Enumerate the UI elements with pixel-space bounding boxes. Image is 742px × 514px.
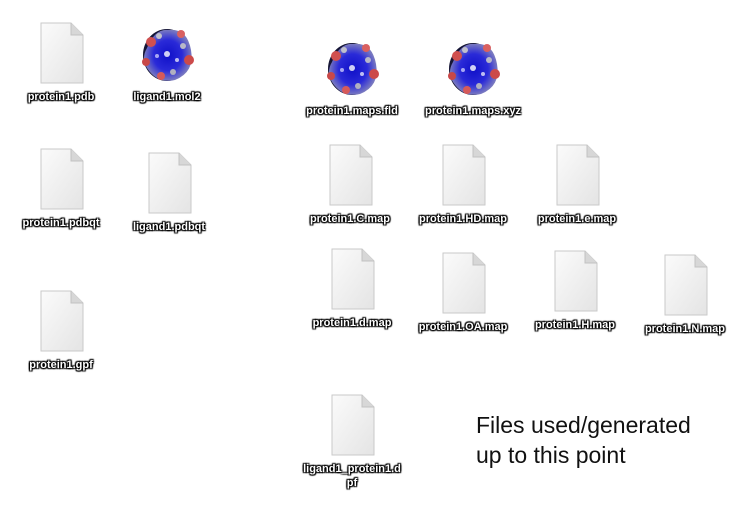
file-name: protein1.pdb xyxy=(27,91,95,103)
file-item[interactable]: protein1.pdb xyxy=(6,20,116,104)
molecule-icon xyxy=(322,34,382,100)
file-name: protein1.OA.map xyxy=(418,321,508,333)
document-icon xyxy=(139,150,199,216)
file-item[interactable]: protein1.C.map xyxy=(295,142,405,226)
molecule-icon xyxy=(443,34,503,100)
file-name: protein1.maps.xyz xyxy=(425,105,521,117)
document-icon xyxy=(547,142,607,208)
file-item[interactable]: protein1.pdbqt xyxy=(6,146,116,230)
document-icon xyxy=(433,142,493,208)
file-item[interactable]: protein1.gpf xyxy=(6,288,116,372)
annotation-line-2: up to this point xyxy=(476,442,626,468)
document-icon xyxy=(433,250,493,316)
document-icon xyxy=(31,146,91,212)
file-item[interactable]: protein1.N.map xyxy=(630,252,740,336)
document-icon xyxy=(31,288,91,354)
file-name: protein1.e.map xyxy=(537,213,617,225)
document-icon xyxy=(322,246,382,312)
file-name: protein1.HD.map xyxy=(418,213,507,225)
file-name: protein1.d.map xyxy=(312,317,392,329)
document-icon xyxy=(31,20,91,86)
file-item[interactable]: protein1.e.map xyxy=(522,142,632,226)
file-name: protein1.maps.fld xyxy=(306,105,398,117)
document-icon xyxy=(545,248,605,314)
file-item[interactable]: protein1.maps.xyz xyxy=(418,34,528,118)
file-name: ligand1.pdbqt xyxy=(132,221,206,233)
document-icon xyxy=(320,142,380,208)
file-item[interactable]: ligand1.pdbqt xyxy=(114,150,224,234)
molecule-icon xyxy=(137,20,197,86)
file-name: protein1.pdbqt xyxy=(22,217,100,229)
file-item[interactable]: ligand1.mol2 xyxy=(112,20,222,104)
file-name: protein1.C.map xyxy=(309,213,391,225)
file-item[interactable]: protein1.H.map xyxy=(520,248,630,332)
file-item[interactable]: ligand1_protein1.dpf xyxy=(297,392,407,490)
file-item[interactable]: protein1.OA.map xyxy=(408,250,518,334)
annotation-text: Files used/generated up to this point xyxy=(476,410,726,470)
file-name: ligand1_protein1.dpf xyxy=(303,463,401,489)
file-name: protein1.gpf xyxy=(29,359,93,371)
file-item[interactable]: protein1.maps.fld xyxy=(297,34,407,118)
file-name: protein1.H.map xyxy=(534,319,616,331)
file-name: protein1.N.map xyxy=(644,323,726,335)
file-name: ligand1.mol2 xyxy=(133,91,201,103)
annotation-line-1: Files used/generated xyxy=(476,412,691,438)
file-item[interactable]: protein1.HD.map xyxy=(408,142,518,226)
file-item[interactable]: protein1.d.map xyxy=(297,246,407,330)
document-icon xyxy=(655,252,715,318)
document-icon xyxy=(322,392,382,458)
